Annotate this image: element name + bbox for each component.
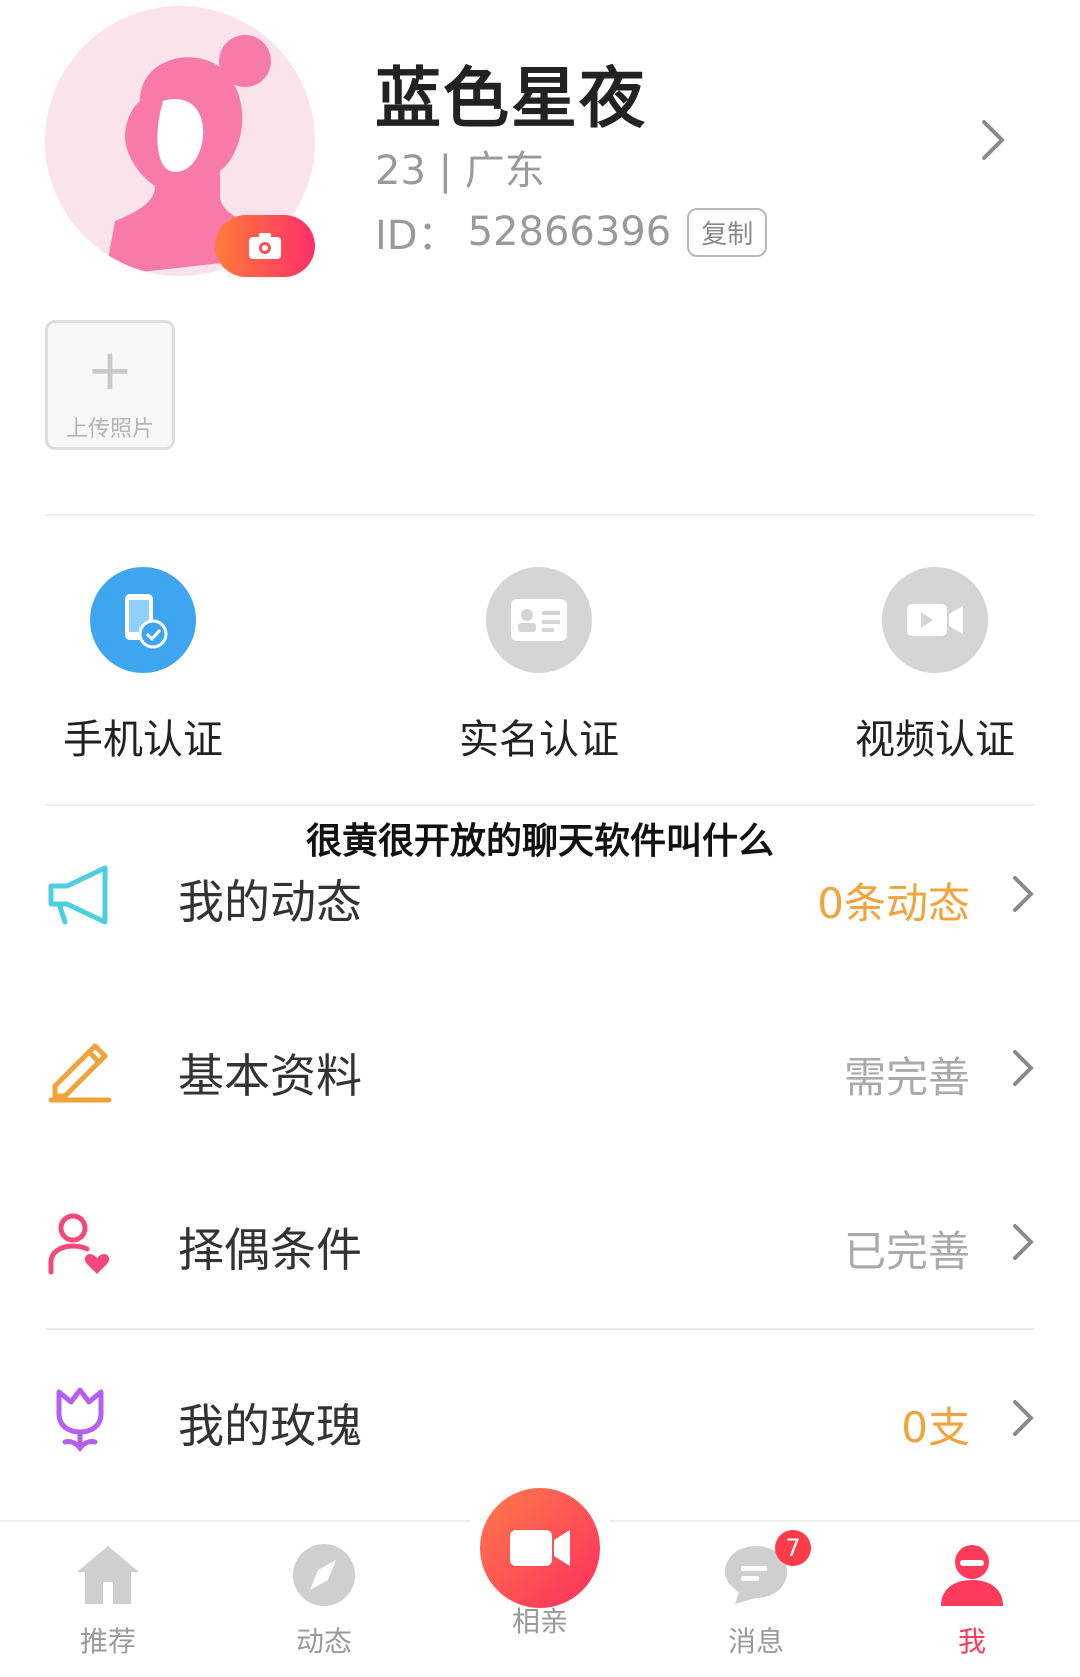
verify-phone-label: 手机认证 [63, 717, 223, 763]
nav-label: 我 [957, 1625, 986, 1658]
verify-realname[interactable]: 实名认证 [419, 567, 659, 765]
menu-row-partner-criteria[interactable]: 择偶条件 已完善 [45, 1186, 1035, 1296]
camera-icon [249, 233, 281, 259]
menu-row-my-posts[interactable]: 我的动态 0条动态 [45, 838, 1035, 948]
menu-value: 已完善 [843, 1227, 970, 1276]
id-card-icon [486, 567, 592, 673]
rose-icon [45, 1384, 115, 1454]
megaphone-icon [45, 860, 115, 930]
nav-item-recommend[interactable]: 推荐 [38, 1542, 178, 1660]
user-id-line: ID： 52866396 复制 [375, 203, 768, 261]
verify-phone[interactable]: 手机认证 [23, 567, 263, 765]
age-location: 23 | 广东 [375, 148, 545, 194]
divider [45, 514, 1035, 516]
nav-label: 动态 [295, 1625, 352, 1658]
chevron-right-icon [1011, 1222, 1035, 1266]
menu-label: 我的动态 [178, 875, 362, 929]
menu-label: 择偶条件 [178, 1223, 362, 1277]
menu-value: 0条动态 [817, 879, 970, 928]
change-avatar-button[interactable] [215, 215, 315, 277]
chevron-right-icon [1011, 1398, 1035, 1442]
user-name: 蓝色星夜 [375, 60, 647, 137]
copy-id-button[interactable]: 复制 [687, 207, 768, 257]
unread-badge: 7 [775, 1530, 811, 1566]
video-camera-icon [510, 1530, 570, 1566]
menu-row-basic-info[interactable]: 基本资料 需完善 [45, 1012, 1035, 1122]
divider [45, 1328, 1035, 1330]
verify-realname-label: 实名认证 [459, 717, 619, 763]
user-heart-icon [45, 1208, 115, 1278]
divider [45, 804, 1035, 806]
chevron-right-icon [1011, 874, 1035, 918]
pencil-icon [45, 1034, 115, 1104]
chevron-right-icon [1011, 1048, 1035, 1092]
verify-video-label: 视频认证 [855, 717, 1015, 763]
id-label: ID： [375, 213, 458, 259]
nav-label: 相亲 [511, 1605, 568, 1638]
compass-icon [293, 1544, 355, 1606]
home-icon [77, 1546, 139, 1604]
nav-label: 消息 [727, 1625, 784, 1658]
menu-value: 需完善 [843, 1053, 970, 1102]
nav-item-me[interactable]: 我 [902, 1542, 1042, 1660]
user-icon [941, 1545, 1003, 1606]
upload-photo-button[interactable]: + 上传照片 [45, 320, 175, 450]
id-value: 52866396 [467, 209, 672, 255]
menu-row-my-roses[interactable]: 我的玫瑰 0支 [45, 1362, 1035, 1472]
upload-photo-label: 上传照片 [65, 417, 154, 442]
menu-label: 我的玫瑰 [178, 1399, 362, 1453]
nav-item-moments[interactable]: 动态 [254, 1542, 394, 1660]
video-date-button[interactable] [480, 1488, 600, 1608]
nav-label: 推荐 [79, 1625, 136, 1658]
nav-item-dating[interactable]: 相亲 [470, 1592, 610, 1640]
video-camera-icon [882, 567, 988, 673]
phone-verified-icon [90, 567, 196, 673]
plus-icon: + [86, 338, 134, 403]
menu-label: 基本资料 [178, 1049, 362, 1103]
verify-video[interactable]: 视频认证 [815, 567, 1055, 765]
menu-value: 0支 [901, 1403, 970, 1452]
profile-detail-chevron-icon[interactable] [978, 118, 1008, 166]
